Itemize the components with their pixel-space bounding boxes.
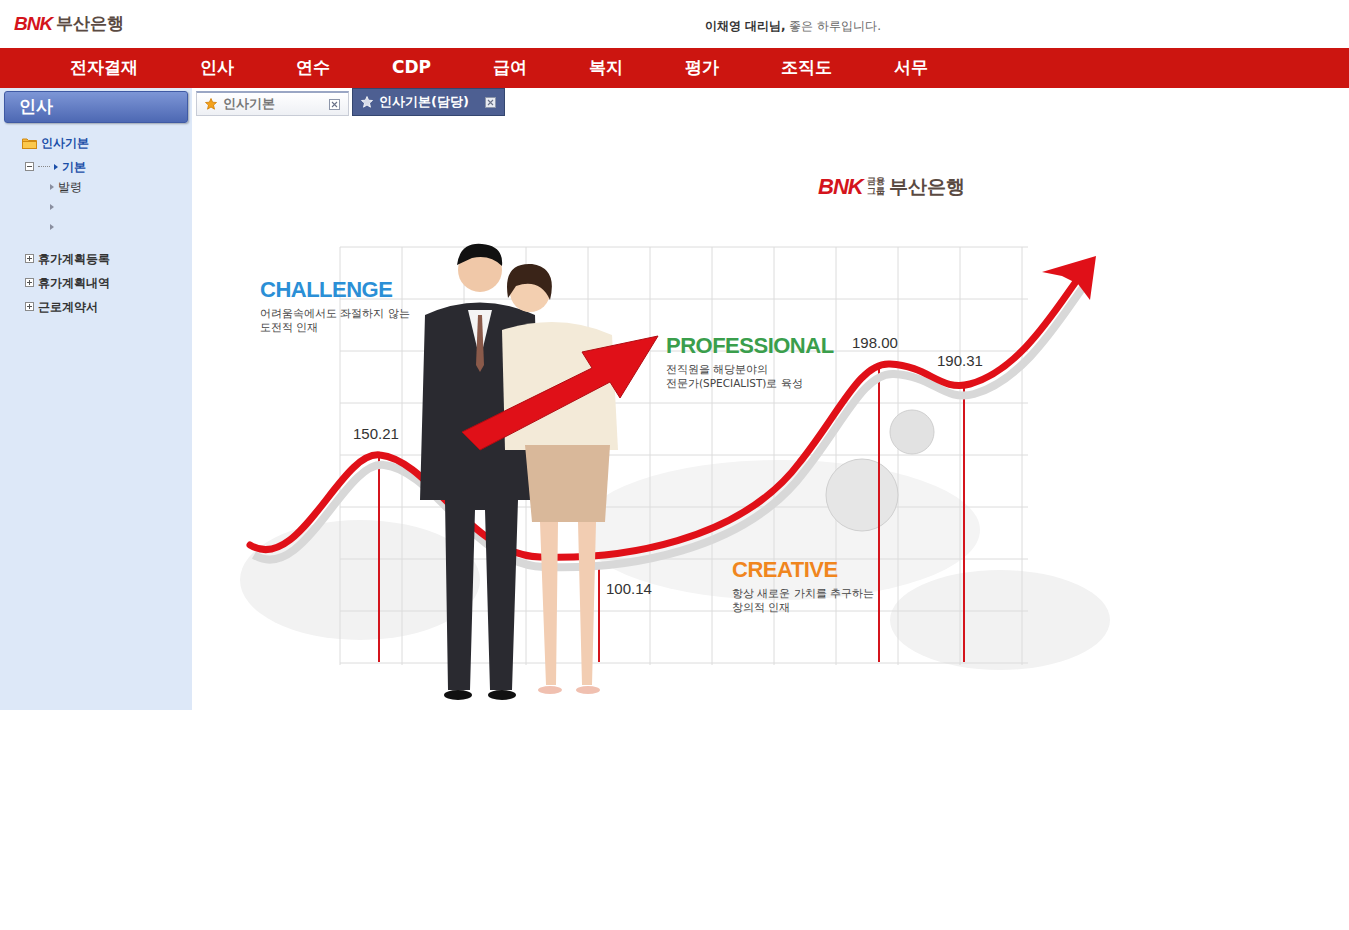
tree-group-label[interactable]: 휴가계획내역 [38, 274, 110, 292]
page-body: 인사인사기본기본발령휴가계획등록휴가계획내역근로계약서인사기본인사기본(담당)B… [0, 88, 1349, 710]
brand-name: 부산은행 [889, 172, 965, 201]
arrow-icon [54, 164, 58, 170]
bank-logo[interactable]: BNK부산은행 [0, 10, 124, 39]
value-description: 항상 새로운 가치를 추구하는창의적 인재 [732, 586, 874, 614]
content-area: 인사기본인사기본(담당)BNK금융그룹부산은행CHALLENGE어려움속에서도 … [192, 88, 1349, 710]
value-description-line: 창의적 인재 [732, 600, 874, 614]
tree-node[interactable]: 휴가계획내역 [25, 271, 192, 295]
menu-item[interactable]: 연수 [296, 55, 330, 81]
tree-group: 휴가계획등록 [38, 250, 110, 268]
chart-point-label: 150.21 [353, 423, 399, 446]
star-icon [361, 96, 373, 108]
tree-item[interactable]: 발령 [25, 177, 192, 197]
tree-folder-label[interactable]: 인사기본 [41, 134, 89, 152]
arrow-icon [50, 224, 54, 230]
main-menu: 전자결재 인사 연수 CDP 급여 복지 평가 조직도 서무 [0, 48, 1349, 88]
tree-node[interactable]: 인사기본 [22, 133, 192, 153]
sidebar-tree: 인사기본기본발령휴가계획등록휴가계획내역근로계약서 [0, 123, 192, 319]
logo-mark: BNK [14, 10, 52, 39]
tree-item-label[interactable]: 기본 [62, 158, 86, 176]
value-block: PROFESSIONAL 전직원을 해당분야의전문가(SPECIALIST)로 육… [666, 334, 834, 391]
value-description-line: 전직원을 해당분야의 [666, 362, 834, 376]
folder-icon [22, 137, 37, 149]
sidebar-title: 인사 [4, 91, 188, 123]
expand-toggle-icon[interactable] [25, 302, 34, 311]
tree-group-label[interactable]: 근로계약서 [38, 298, 98, 316]
tree-group: 휴가계획내역 [38, 274, 110, 292]
expand-toggle-icon[interactable] [25, 278, 34, 287]
menu-item[interactable]: 전자결재 [70, 55, 138, 81]
value-description-line: 어려움속에서도 좌절하지 않는 [260, 306, 410, 320]
chart-point-label: 100.14 [606, 578, 652, 601]
tab-label[interactable]: 인사기본 [223, 94, 323, 114]
chart-point-label: 190.31 [937, 350, 983, 373]
value-block: CREATIVE 항상 새로운 가치를 추구하는창의적 인재 [732, 558, 874, 615]
value-description-line: 항상 새로운 가치를 추구하는 [732, 586, 874, 600]
arrow-icon [50, 204, 54, 210]
chart-point-label: 198.00 [852, 332, 898, 355]
tree-item-label[interactable]: 발령 [58, 178, 82, 196]
tree-connector [38, 166, 50, 167]
menu-item[interactable]: 평가 [685, 55, 719, 81]
greeting: 이채영 대리님, 좋은 하루입니다. [705, 13, 881, 35]
tree-group: 근로계약서 [38, 298, 98, 316]
menu-item[interactable]: 조직도 [781, 55, 832, 81]
value-description-line: 전문가(SPECIALIST)로 육성 [666, 376, 834, 390]
menu-item[interactable]: 복지 [589, 55, 623, 81]
value-description: 어려움속에서도 좌절하지 않는도전적 인재 [260, 306, 410, 334]
greeting-user: 이채영 대리님, [705, 19, 786, 33]
banner-brand: BNK금융그룹부산은행 [818, 170, 965, 203]
value-description-line: 도전적 인재 [260, 320, 410, 334]
value-block: CHALLENGE 어려움속에서도 좌절하지 않는도전적 인재 [260, 278, 410, 335]
greeting-message: 좋은 하루입니다. [789, 19, 881, 33]
tree-item[interactable]: 기본 [25, 157, 192, 177]
promo-banner: BNK금융그룹부산은행CHALLENGE어려움속에서도 좌절하지 않는도전적 인… [240, 150, 1120, 710]
value-title: CHALLENGE [260, 278, 410, 302]
tree-item[interactable] [25, 217, 192, 237]
tab-strip: 인사기본 인사기본(담당) [192, 88, 1349, 116]
close-icon[interactable] [329, 99, 340, 110]
logo-name: 부산은행 [56, 11, 124, 37]
tree-node[interactable]: 근로계약서 [25, 295, 192, 319]
tree-group-label[interactable]: 휴가계획등록 [38, 250, 110, 268]
page-header: BNK부산은행 이채영 대리님, 좋은 하루입니다. [0, 0, 1349, 48]
menu-item[interactable]: 급여 [493, 55, 527, 81]
menu-item[interactable]: 인사 [200, 55, 234, 81]
value-title: PROFESSIONAL [666, 334, 834, 358]
menu-item[interactable]: 서무 [894, 55, 928, 81]
tab[interactable]: 인사기본 [196, 91, 349, 116]
expand-toggle-icon[interactable] [25, 254, 34, 263]
tab-label[interactable]: 인사기본(담당) [379, 92, 479, 112]
value-description: 전직원을 해당분야의전문가(SPECIALIST)로 육성 [666, 362, 834, 390]
collapse-toggle-icon[interactable] [25, 162, 34, 171]
arrow-icon [50, 184, 54, 190]
sidebar: 인사인사기본기본발령휴가계획등록휴가계획내역근로계약서 [0, 88, 192, 710]
menu-item[interactable]: CDP [392, 55, 431, 81]
brand-group-line: 그룹 [867, 187, 885, 197]
star-icon [205, 98, 217, 110]
tree-item[interactable] [25, 197, 192, 217]
value-title: CREATIVE [732, 558, 874, 582]
brand-group: 금융그룹 [867, 177, 885, 197]
brand-mark: BNK [818, 170, 863, 203]
close-icon[interactable] [485, 97, 496, 108]
brand-group-line: 금융 [867, 177, 885, 187]
tree-children: 기본발령 [22, 157, 192, 237]
tab[interactable]: 인사기본(담당) [352, 88, 505, 116]
tree-node[interactable]: 휴가계획등록 [25, 247, 192, 271]
